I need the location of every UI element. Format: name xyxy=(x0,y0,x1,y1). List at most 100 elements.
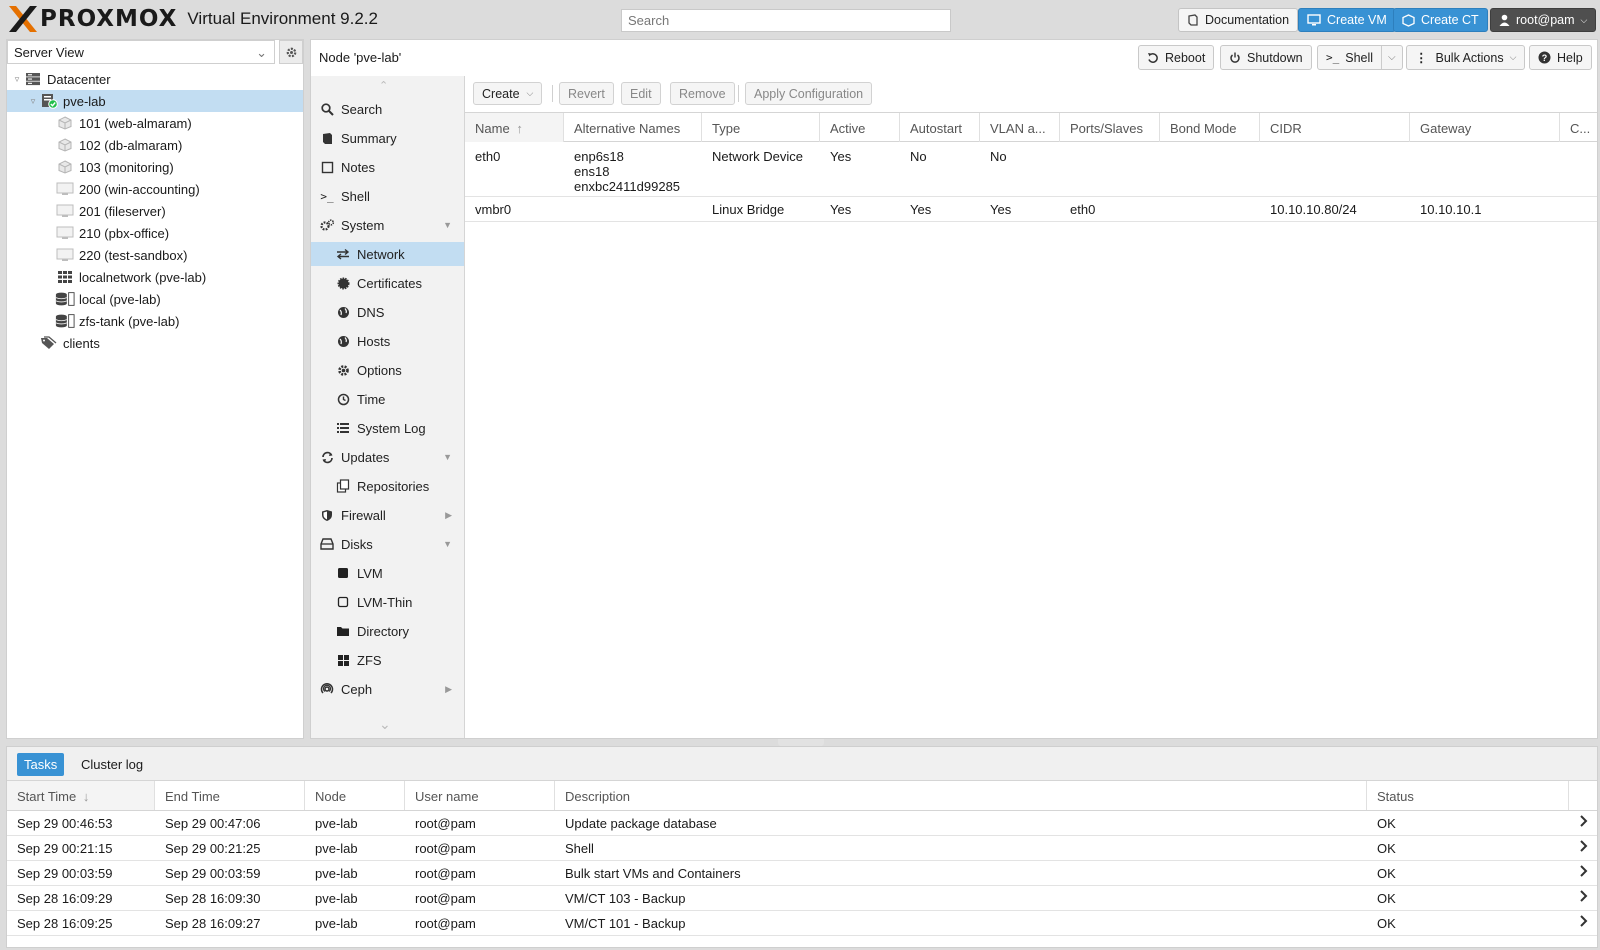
nav-item-time[interactable]: Time xyxy=(311,387,464,411)
help-button[interactable]: ? Help xyxy=(1529,45,1592,70)
column-header-status[interactable]: Status xyxy=(1367,781,1569,810)
expand-icon[interactable]: ▶ xyxy=(445,684,452,695)
table-row[interactable]: Sep 28 16:09:29 Sep 28 16:09:30 pve-lab … xyxy=(7,886,1597,911)
nav-item-lvm[interactable]: LVM xyxy=(311,561,464,585)
tree-node-pve-lab[interactable]: ▿ pve-lab xyxy=(7,90,303,112)
documentation-button[interactable]: Documentation xyxy=(1178,8,1299,32)
column-header-name[interactable]: Name ↑ xyxy=(465,113,564,142)
tree-node-guest[interactable]: 200 (win-accounting) xyxy=(7,178,303,200)
vm-icon xyxy=(55,247,75,263)
column-header-gateway[interactable]: Gateway xyxy=(1410,113,1560,142)
column-header-user-name[interactable]: User name xyxy=(405,781,555,810)
chevron-right-icon[interactable] xyxy=(1579,839,1589,853)
user-menu-button[interactable]: root@pam ⌵ xyxy=(1490,8,1597,32)
nav-item-hosts[interactable]: Hosts xyxy=(311,329,464,353)
column-header-active[interactable]: Active xyxy=(820,113,900,142)
nav-item-updates[interactable]: Updates ▼ xyxy=(311,445,464,469)
apply-configuration-label: Apply Configuration xyxy=(754,86,864,101)
column-header-vlan-aware[interactable]: VLAN a... xyxy=(980,113,1060,142)
column-header-type[interactable]: Type xyxy=(702,113,820,142)
column-header-comment[interactable]: C... xyxy=(1560,113,1597,142)
tree-node-storage[interactable]: local (pve-lab) xyxy=(7,288,303,310)
tree-node-guest[interactable]: 220 (test-sandbox) xyxy=(7,244,303,266)
nav-item-zfs[interactable]: ZFS xyxy=(311,648,464,672)
column-header-end-time[interactable]: End Time xyxy=(155,781,305,810)
shutdown-button[interactable]: Shutdown xyxy=(1220,45,1312,70)
nav-item-shell[interactable]: >_ Shell xyxy=(311,184,464,208)
tree-node-guest[interactable]: 103 (monitoring) xyxy=(7,156,303,178)
tree-toggle[interactable]: ▿ xyxy=(11,74,23,85)
chevron-right-icon[interactable] xyxy=(1579,864,1589,878)
nav-item-network[interactable]: Network xyxy=(311,242,464,266)
collapse-icon[interactable]: ▼ xyxy=(443,539,452,549)
nav-item-notes[interactable]: Notes xyxy=(311,155,464,179)
panel-splitter[interactable] xyxy=(778,739,824,746)
chevron-down-icon: ⌵ xyxy=(1580,14,1588,25)
tree-node-guest[interactable]: 210 (pbx-office) xyxy=(7,222,303,244)
nav-item-disks[interactable]: Disks ▼ xyxy=(311,532,464,556)
tree-node-guest[interactable]: 101 (web-almaram) xyxy=(7,112,303,134)
column-header-description[interactable]: Description xyxy=(555,781,1367,810)
revert-button[interactable]: Revert xyxy=(559,82,614,105)
tree-node-sdn[interactable]: localnetwork (pve-lab) xyxy=(7,266,303,288)
search-input[interactable] xyxy=(621,9,951,32)
edit-button[interactable]: Edit xyxy=(621,82,661,105)
remove-button[interactable]: Remove xyxy=(670,82,735,105)
edit-label: Edit xyxy=(630,86,652,101)
bulk-actions-button[interactable]: ⋮ Bulk Actions ⌵ xyxy=(1406,45,1526,70)
table-row[interactable]: Sep 29 00:21:15 Sep 29 00:21:25 pve-lab … xyxy=(7,836,1597,861)
nav-item-repositories[interactable]: Repositories xyxy=(311,474,464,498)
table-row[interactable]: Sep 29 00:03:59 Sep 29 00:03:59 pve-lab … xyxy=(7,861,1597,886)
tree-node-datacenter[interactable]: ▿ Datacenter xyxy=(7,68,303,90)
collapse-icon[interactable]: ▼ xyxy=(443,452,452,462)
create-ct-button[interactable]: Create CT xyxy=(1393,8,1488,32)
nav-item-system-log[interactable]: System Log xyxy=(311,416,464,440)
reboot-button[interactable]: Reboot xyxy=(1138,45,1215,70)
nav-item-firewall[interactable]: Firewall ▶ xyxy=(311,503,464,527)
column-header-alternative-names[interactable]: Alternative Names xyxy=(564,113,702,142)
table-row[interactable]: Sep 29 00:46:53 Sep 29 00:47:06 pve-lab … xyxy=(7,811,1597,836)
create-vm-button[interactable]: Create VM xyxy=(1298,8,1396,32)
tab-tasks[interactable]: Tasks xyxy=(17,753,65,776)
tab-cluster-log[interactable]: Cluster log xyxy=(74,753,150,776)
column-header-start-time[interactable]: Start Time ↓ xyxy=(7,781,155,810)
collapse-icon[interactable]: ▼ xyxy=(443,220,452,230)
column-header-label: Type xyxy=(712,121,741,136)
nav-item-system[interactable]: System ▼ xyxy=(311,213,464,237)
nav-item-ceph[interactable]: Ceph ▶ xyxy=(311,677,464,701)
apply-configuration-button[interactable]: Apply Configuration xyxy=(745,82,873,105)
shell-button[interactable]: >_ Shell ⌵ xyxy=(1317,45,1403,70)
chevron-right-icon[interactable] xyxy=(1579,889,1589,903)
column-header-bond-mode[interactable]: Bond Mode xyxy=(1160,113,1260,142)
column-header-node[interactable]: Node xyxy=(305,781,405,810)
proxmox-logo[interactable]: PROXMOX Virtual Environment 9.2.2 xyxy=(8,4,378,34)
chevron-right-icon[interactable] xyxy=(1579,814,1589,828)
table-row[interactable]: Sep 28 16:09:25 Sep 28 16:09:27 pve-lab … xyxy=(7,911,1597,936)
tree-node-guest[interactable]: 102 (db-almaram) xyxy=(7,134,303,156)
expand-icon[interactable]: ▶ xyxy=(445,510,452,521)
column-header-cidr[interactable]: CIDR xyxy=(1260,113,1410,142)
tree-node-guest[interactable]: 201 (fileserver) xyxy=(7,200,303,222)
nav-item-lvm-thin[interactable]: LVM-Thin xyxy=(311,590,464,614)
table-row[interactable]: vmbr0 Linux Bridge Yes Yes Yes eth0 10.1… xyxy=(465,197,1597,222)
nav-item-options[interactable]: Options xyxy=(311,358,464,382)
column-header-ports-slaves[interactable]: Ports/Slaves xyxy=(1060,113,1160,142)
view-settings-button[interactable] xyxy=(279,40,303,64)
tree-node-tag[interactable]: clients xyxy=(7,332,303,354)
chevron-right-icon[interactable] xyxy=(1579,914,1589,928)
nav-item-search[interactable]: Search xyxy=(311,97,464,121)
nav-item-dns[interactable]: DNS xyxy=(311,300,464,324)
tree-toggle[interactable]: ▿ xyxy=(27,96,39,107)
nav-item-directory[interactable]: Directory xyxy=(311,619,464,643)
scroll-down-icon[interactable]: ⌄ xyxy=(379,716,391,733)
scroll-up-icon[interactable]: ⌃ xyxy=(379,79,388,92)
tree-node-storage[interactable]: zfs-tank (pve-lab) xyxy=(7,310,303,332)
create-button[interactable]: Create ⌵ xyxy=(473,82,543,105)
nav-item-certificates[interactable]: Certificates xyxy=(311,271,464,295)
column-header-autostart[interactable]: Autostart xyxy=(900,113,980,142)
table-row[interactable]: eth0 enp6s18 ens18 enxbc2411d99285 Netwo… xyxy=(465,142,1597,197)
chevron-down-icon[interactable]: ⌵ xyxy=(1381,46,1402,69)
view-selector[interactable]: Server View ⌄ xyxy=(7,40,275,64)
nav-item-summary[interactable]: Summary xyxy=(311,126,464,150)
user-icon xyxy=(1499,14,1510,26)
